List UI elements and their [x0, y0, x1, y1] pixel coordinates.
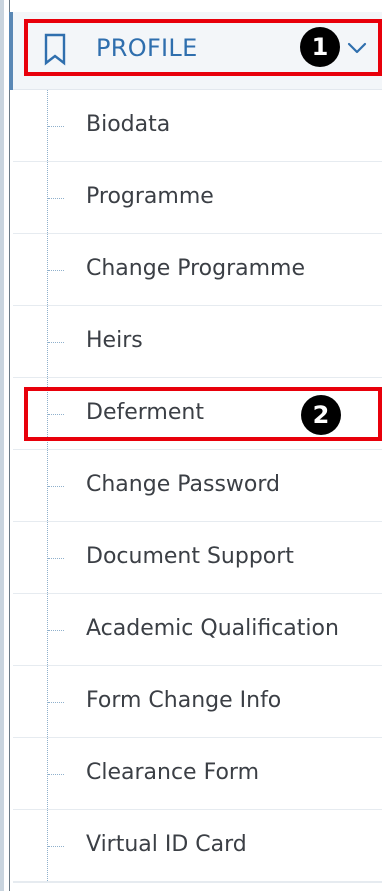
submenu-item-label[interactable]: Form Change Info	[86, 684, 281, 718]
submenu-item-form-change-info[interactable]: Form Change Info	[13, 666, 382, 738]
tree-connector	[48, 126, 64, 127]
panel-left-divider	[9, 0, 10, 891]
submenu-item-change-password[interactable]: Change Password	[13, 450, 382, 522]
submenu-item-label[interactable]: Clearance Form	[86, 756, 259, 790]
list-bottom-border	[13, 882, 382, 883]
submenu-item-change-programme[interactable]: Change Programme	[13, 234, 382, 306]
profile-menu-label[interactable]: PROFILE	[96, 31, 198, 65]
active-indicator-bar	[9, 12, 13, 90]
submenu-item-label[interactable]: Virtual ID Card	[86, 828, 247, 862]
tree-connector	[48, 630, 64, 631]
submenu-item-heirs[interactable]: Heirs	[13, 306, 382, 378]
submenu-item-label[interactable]: Document Support	[86, 540, 294, 574]
profile-submenu-list: Biodata Programme Change Programme Heirs…	[13, 90, 382, 882]
tree-connector	[48, 558, 64, 559]
submenu-item-document-support[interactable]: Document Support	[13, 522, 382, 594]
tree-connector	[48, 702, 64, 703]
tree-connector	[48, 774, 64, 775]
tree-connector	[48, 342, 64, 343]
tree-connector	[48, 846, 64, 847]
submenu-item-label[interactable]: Programme	[86, 180, 214, 214]
tree-connector	[48, 486, 64, 487]
submenu-item-label[interactable]: Change Password	[86, 468, 280, 502]
submenu-item-label[interactable]: Biodata	[86, 108, 170, 142]
submenu-item-label[interactable]: Academic Qualification	[86, 612, 339, 646]
submenu-item-virtual-id-card[interactable]: Virtual ID Card	[13, 810, 382, 882]
tree-connector	[48, 414, 64, 415]
submenu-item-programme[interactable]: Programme	[13, 162, 382, 234]
submenu-item-clearance-form[interactable]: Clearance Form	[13, 738, 382, 810]
submenu-item-label[interactable]: Change Programme	[86, 252, 305, 286]
chevron-down-icon[interactable]	[344, 35, 370, 61]
submenu-item-label[interactable]: Heirs	[86, 324, 143, 358]
submenu-item-academic-qualification[interactable]: Academic Qualification	[13, 594, 382, 666]
sidebar-submenu-panel: PROFILE Biodata Programme Change Program…	[0, 0, 382, 891]
submenu-item-biodata[interactable]: Biodata	[13, 90, 382, 162]
annotation-badge-1: 1	[300, 27, 340, 67]
panel-left-border	[0, 0, 4, 891]
tree-connector	[48, 198, 64, 199]
tree-connector	[48, 270, 64, 271]
annotation-badge-2: 2	[301, 395, 341, 435]
submenu-item-label[interactable]: Deferment	[86, 396, 204, 430]
bookmark-icon	[42, 33, 72, 67]
